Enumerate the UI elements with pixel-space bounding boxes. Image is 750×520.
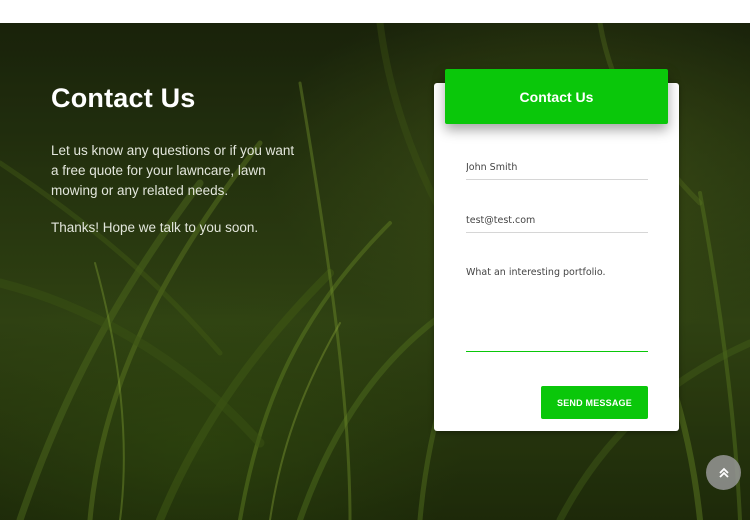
send-message-button[interactable]: SEND MESSAGE bbox=[541, 386, 648, 419]
intro-closing: Thanks! Hope we talk to you soon. bbox=[51, 220, 259, 235]
scroll-to-top-button[interactable] bbox=[706, 455, 741, 490]
intro-title: Contact Us bbox=[51, 83, 196, 113]
top-nav-bar bbox=[0, 0, 750, 23]
double-chevron-up-icon bbox=[718, 467, 729, 478]
form-header: Contact Us bbox=[445, 69, 668, 124]
message-field[interactable]: What an interesting portfolio. bbox=[466, 267, 648, 352]
email-field[interactable] bbox=[466, 214, 648, 233]
name-field[interactable] bbox=[466, 161, 648, 180]
contact-form-card bbox=[434, 83, 679, 431]
intro-paragraph: Let us know any questions or if you want… bbox=[51, 143, 295, 198]
